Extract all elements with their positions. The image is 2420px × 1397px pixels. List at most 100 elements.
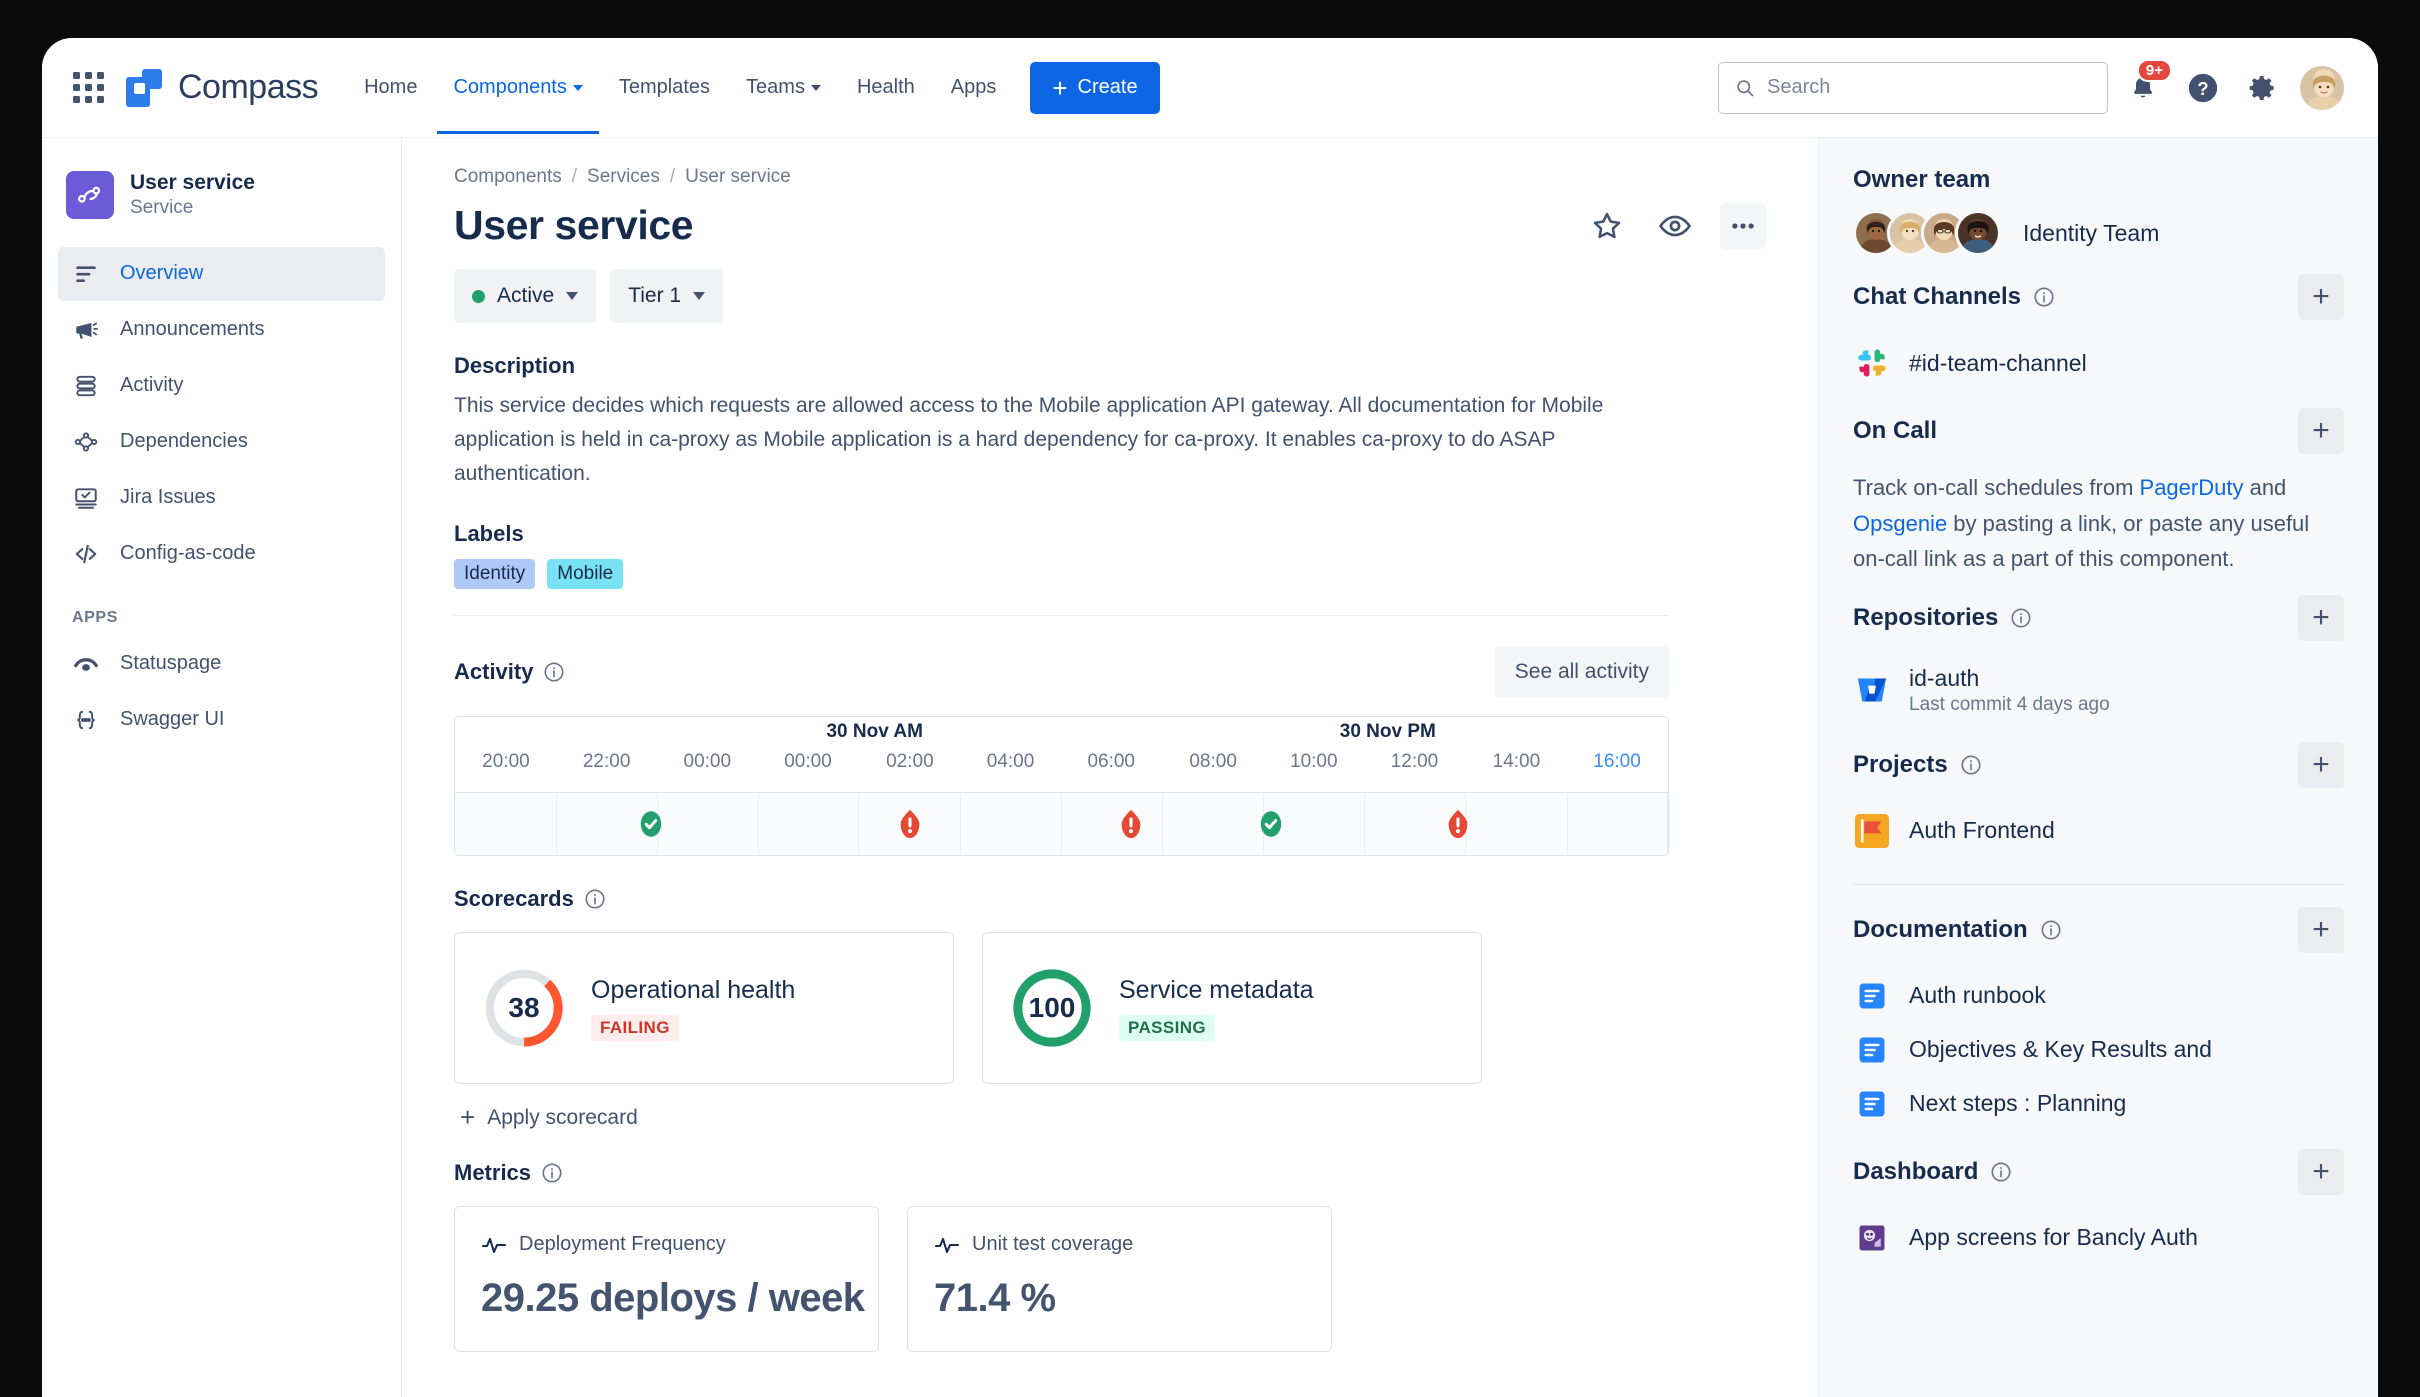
help-button[interactable]: ?	[2178, 63, 2228, 113]
search-box[interactable]	[1718, 61, 2108, 114]
service-icon	[66, 171, 114, 220]
projects-section: Projects + Auth Frontend	[1853, 741, 2344, 885]
metrics-heading: Metrics	[454, 1160, 532, 1186]
status-pill[interactable]: Active	[454, 269, 597, 323]
apply-scorecard-label: Apply scorecard	[487, 1106, 638, 1130]
tier-pill[interactable]: Tier 1	[610, 269, 724, 323]
app-switcher-icon[interactable]	[66, 66, 110, 110]
metric-name: Unit test coverage	[972, 1233, 1134, 1256]
confluence-doc-icon	[1853, 977, 1891, 1015]
project-item[interactable]: Auth Frontend	[1853, 804, 2344, 858]
avatar-group	[1853, 210, 2001, 256]
pagerduty-link[interactable]: PagerDuty	[2140, 475, 2244, 500]
labels-heading: Labels	[454, 521, 524, 547]
timeline-gridline	[1060, 793, 1062, 856]
brand-name: Compass	[178, 68, 319, 106]
timeline-error-marker[interactable]	[893, 807, 927, 841]
info-icon[interactable]	[2033, 286, 2055, 308]
nav-item-home[interactable]: Home	[348, 42, 433, 134]
app-window: Compass Home Components Templates Teams …	[42, 38, 2378, 1397]
settings-button[interactable]	[2238, 63, 2288, 113]
documentation-item[interactable]: Objectives & Key Results and	[1853, 1023, 2344, 1077]
timeline-gridline	[858, 793, 860, 856]
brand-logo-link[interactable]: Compass	[126, 68, 319, 107]
more-horizontal-icon	[1732, 222, 1754, 229]
page-title-row: User service	[454, 202, 1766, 249]
timeline-error-marker[interactable]	[1114, 807, 1148, 841]
nav-item-teams[interactable]: Teams	[730, 42, 837, 134]
info-icon[interactable]	[1960, 754, 1982, 776]
timeline-tick-label: 14:00	[1492, 751, 1541, 773]
sidebar-item-label: Jira Issues	[120, 486, 216, 509]
activity-icon	[72, 372, 100, 400]
metric-card-unit-test-coverage[interactable]: Unit test coverage 71.4 %	[907, 1206, 1332, 1353]
help-icon: ?	[2188, 73, 2218, 102]
sidebar-item-announcements[interactable]: Announcements	[58, 303, 385, 357]
nav-label: Apps	[950, 75, 997, 98]
label-tag[interactable]: Identity	[454, 559, 536, 590]
sidebar-item-label: Config-as-code	[120, 542, 256, 565]
owner-team-row[interactable]: Identity Team	[1853, 210, 2344, 256]
nav-item-health[interactable]: Health	[841, 42, 931, 134]
add-documentation-button[interactable]: +	[2298, 906, 2344, 953]
score-ring: 38	[483, 967, 565, 1049]
dashboard-item[interactable]: App screens for Bancly Auth	[1853, 1211, 2344, 1265]
metric-value: 71.4 %	[934, 1276, 1056, 1321]
sidebar-item-dependencies[interactable]: Dependencies	[58, 415, 385, 469]
breadcrumb-user-service[interactable]: User service	[685, 166, 791, 188]
label-tag[interactable]: Mobile	[547, 559, 624, 590]
opsgenie-link[interactable]: Opsgenie	[1853, 511, 1947, 536]
metric-card-deployment-frequency[interactable]: Deployment Frequency 29.25 deploys / wee…	[454, 1206, 879, 1353]
nav-item-templates[interactable]: Templates	[603, 42, 726, 134]
add-dashboard-button[interactable]: +	[2298, 1148, 2344, 1195]
search-input[interactable]	[1767, 76, 2091, 99]
add-project-button[interactable]: +	[2298, 741, 2344, 788]
add-on-call-button[interactable]: +	[2298, 408, 2344, 454]
add-chat-channel-button[interactable]: +	[2298, 274, 2344, 320]
info-icon[interactable]	[543, 661, 565, 683]
documentation-item[interactable]: Auth runbook	[1853, 969, 2344, 1023]
timeline-success-marker[interactable]	[1254, 807, 1288, 841]
info-icon[interactable]	[541, 1162, 563, 1184]
apply-scorecard-button[interactable]: + Apply scorecard	[454, 1104, 1766, 1130]
create-button[interactable]: + Create	[1030, 61, 1160, 114]
repository-item[interactable]: id-auth Last commit 4 days ago	[1853, 657, 2344, 724]
chat-channel-item[interactable]: #id-team-channel	[1853, 336, 2344, 390]
sidebar-item-label: Activity	[120, 374, 184, 397]
timeline-error-marker[interactable]	[1441, 807, 1475, 841]
dependencies-icon	[72, 428, 100, 456]
info-icon[interactable]	[1990, 1161, 2012, 1183]
sidebar-item-activity[interactable]: Activity	[58, 359, 385, 413]
star-button[interactable]	[1584, 203, 1630, 249]
user-avatar[interactable]	[2298, 63, 2346, 112]
nav-item-apps[interactable]: Apps	[935, 42, 1013, 134]
documentation-item[interactable]: Next steps : Planning	[1853, 1077, 2344, 1131]
sidebar-item-config-as-code[interactable]: Config-as-code	[58, 527, 385, 581]
sidebar-item-jira-issues[interactable]: Jira Issues	[58, 471, 385, 525]
nav-item-components[interactable]: Components	[437, 42, 599, 134]
watch-button[interactable]	[1652, 203, 1698, 249]
svg-text:?: ?	[2197, 78, 2208, 99]
sidebar-component-header[interactable]: User service Service	[58, 164, 385, 247]
sidebar-item-swagger-ui[interactable]: Swagger UI	[58, 693, 385, 747]
sidebar-item-statuspage[interactable]: Statuspage	[58, 637, 385, 691]
breadcrumb-services[interactable]: Services	[587, 166, 660, 188]
info-icon[interactable]	[584, 888, 606, 910]
scorecard-operational-health[interactable]: 38 Operational health FAILING	[454, 932, 954, 1085]
info-icon[interactable]	[2010, 607, 2032, 629]
add-repository-button[interactable]: +	[2298, 594, 2344, 641]
see-all-activity-button[interactable]: See all activity	[1494, 646, 1669, 699]
notifications-button[interactable]: 9+	[2118, 58, 2172, 113]
scorecard-service-metadata[interactable]: 100 Service metadata PASSING	[982, 932, 1482, 1085]
info-icon[interactable]	[2040, 919, 2062, 941]
documentation-section: Documentation + Auth runbook Objectives …	[1853, 906, 2344, 1131]
repositories-heading: Repositories	[1853, 603, 1999, 631]
dashboard-heading: Dashboard	[1853, 1157, 1979, 1185]
timeline-gridline	[757, 793, 759, 856]
sidebar-item-overview[interactable]: Overview	[58, 246, 385, 301]
sidebar-item-label: Swagger UI	[120, 708, 225, 731]
timeline-success-marker[interactable]	[634, 807, 668, 841]
documentation-heading: Documentation	[1853, 915, 2028, 943]
breadcrumb-components[interactable]: Components	[454, 166, 562, 188]
more-actions-button[interactable]	[1720, 202, 1766, 249]
